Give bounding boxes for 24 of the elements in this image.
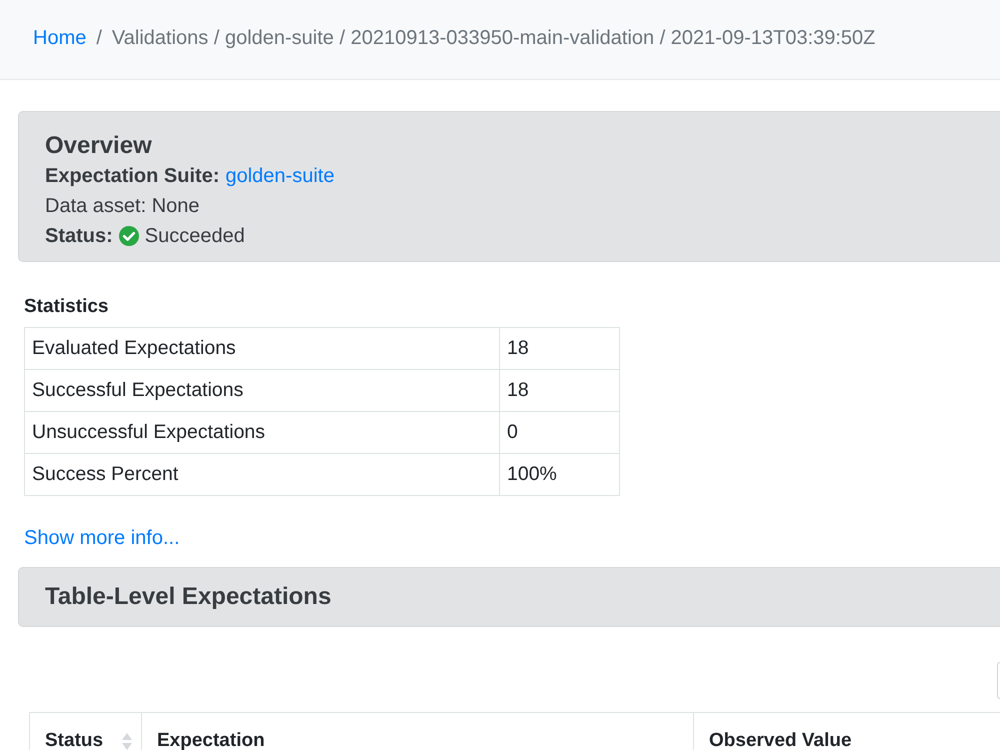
- column-header: Expectation: [157, 732, 265, 750]
- table-cell: 18: [500, 328, 620, 370]
- table-cell: Unsuccessful Expectations: [24, 412, 500, 454]
- breadcrumb-separator: /: [95, 27, 103, 50]
- table-cell: 100%: [500, 454, 620, 496]
- breadcrumb-current: Validations / golden-suite / 20210913-033950-main-validation / 2021-09-13T03:39:50Z: [112, 27, 876, 50]
- table-cell: Successful Expectations: [24, 370, 500, 412]
- status-label: Status:: [45, 224, 113, 248]
- column-header: Observed Value: [709, 732, 852, 750]
- section-title: Table-Level Expectations: [45, 582, 332, 612]
- section-title: Overview: [45, 131, 152, 161]
- suite-link[interactable]: golden-suite: [225, 164, 334, 188]
- table-cell: Evaluated Expectations: [24, 328, 500, 370]
- show-more-link[interactable]: Show more info...: [24, 527, 180, 549]
- check-circle-icon: [118, 226, 139, 246]
- home-link[interactable]: Home: [33, 27, 86, 50]
- suite-label: Expectation Suite:: [45, 164, 220, 188]
- table-cell: 18: [500, 370, 620, 412]
- table-cell: Success Percent: [24, 454, 500, 496]
- data-asset-text: Data asset: None: [45, 194, 200, 218]
- statistics-title: Statistics: [24, 295, 108, 319]
- status-text: Succeeded: [144, 224, 245, 248]
- table-cell: 0: [500, 412, 620, 454]
- input-field[interactable]: [997, 662, 1000, 699]
